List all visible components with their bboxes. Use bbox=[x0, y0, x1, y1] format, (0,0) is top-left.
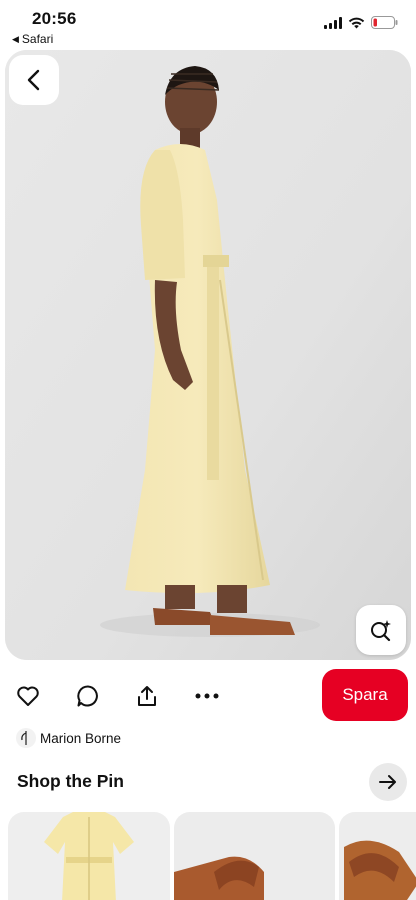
product-card[interactable] bbox=[339, 812, 416, 900]
share-button[interactable] bbox=[132, 681, 162, 711]
battery-low-icon bbox=[371, 16, 398, 29]
chevron-left-icon bbox=[27, 69, 40, 91]
arrow-right-icon bbox=[379, 775, 396, 789]
dress-thumbnail bbox=[44, 812, 134, 900]
creator-link[interactable]: Marion Borne bbox=[16, 727, 121, 749]
visual-search-button[interactable] bbox=[356, 605, 406, 655]
save-button[interactable]: Spara bbox=[322, 669, 408, 721]
status-icons bbox=[324, 16, 398, 29]
wifi-icon bbox=[348, 17, 365, 28]
sandal-thumbnail bbox=[344, 840, 416, 900]
comment-button[interactable] bbox=[73, 681, 103, 711]
creator-logo-icon bbox=[21, 731, 27, 745]
back-to-safari[interactable]: ◀ Safari bbox=[12, 32, 53, 46]
shop-products bbox=[0, 812, 416, 900]
shop-section-title: Shop the Pin bbox=[17, 771, 124, 791]
pin-image[interactable] bbox=[5, 50, 411, 660]
back-triangle-icon: ◀ bbox=[12, 33, 19, 44]
product-card[interactable] bbox=[174, 812, 335, 900]
creator-name: Marion Borne bbox=[40, 730, 122, 746]
status-time: 20:56 bbox=[32, 9, 77, 28]
status-bar: 20:56 ◀ Safari bbox=[0, 0, 416, 48]
like-button[interactable] bbox=[13, 681, 43, 711]
back-app-label: Safari bbox=[21, 32, 54, 46]
comment-icon bbox=[77, 685, 98, 707]
more-icon bbox=[195, 693, 219, 699]
visual-search-icon bbox=[371, 620, 391, 642]
pin-actions: Spara bbox=[0, 668, 416, 724]
back-button[interactable] bbox=[9, 55, 59, 105]
avatar bbox=[16, 728, 36, 748]
sandal-thumbnail bbox=[174, 856, 264, 900]
shop-more-button[interactable] bbox=[369, 763, 407, 801]
cellular-signal-icon bbox=[324, 16, 342, 29]
product-card[interactable] bbox=[8, 812, 170, 900]
more-button[interactable] bbox=[192, 681, 222, 711]
pin-photo bbox=[5, 50, 411, 660]
heart-icon bbox=[17, 686, 39, 706]
share-icon bbox=[138, 686, 156, 706]
